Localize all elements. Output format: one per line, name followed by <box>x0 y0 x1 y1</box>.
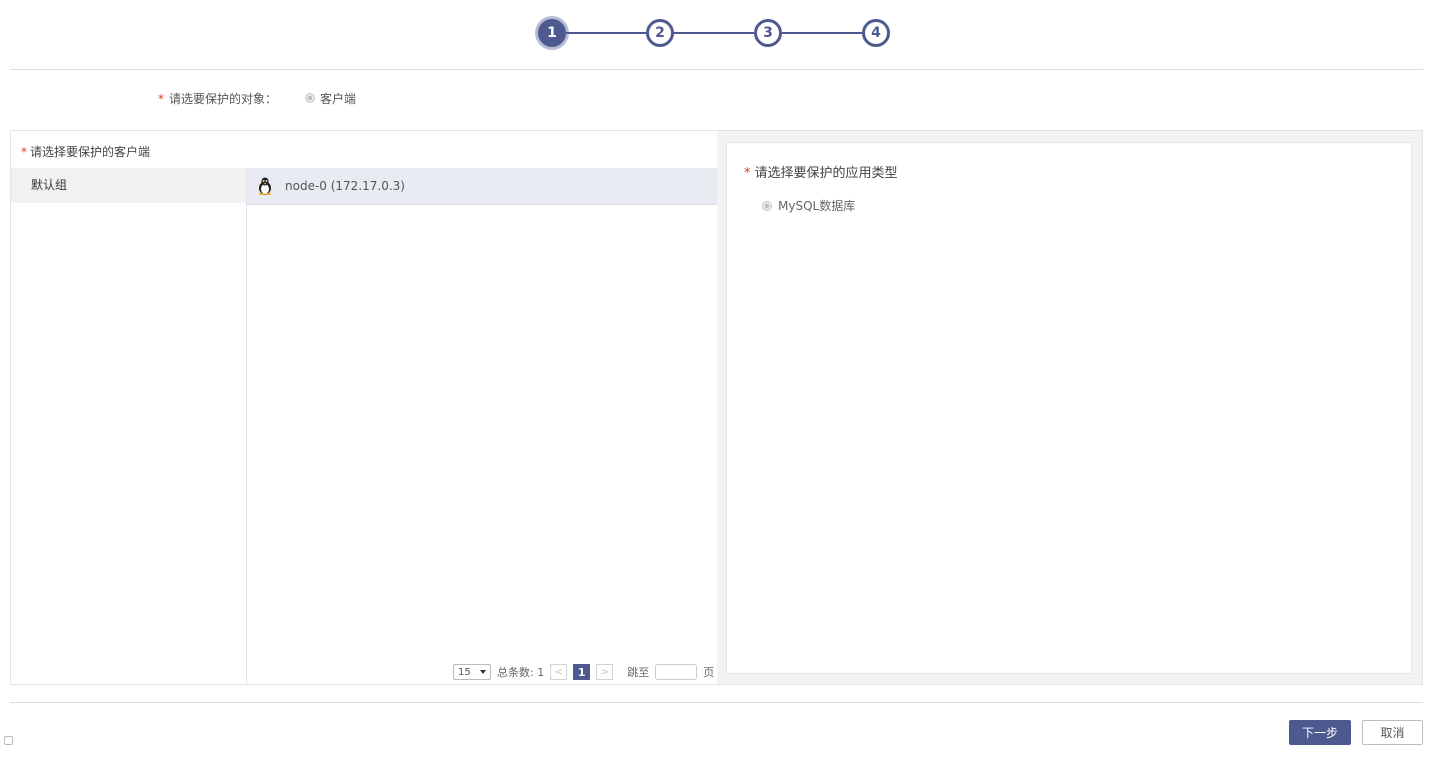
cancel-button[interactable]: 取消 <box>1362 720 1423 745</box>
clients-panel-title-text: 请选择要保护的客户端 <box>30 145 151 159</box>
jump-label: 跳至 <box>627 666 650 679</box>
total-count: 总条数: 1 <box>497 666 545 679</box>
step-2: 2 <box>646 19 674 47</box>
step-4: 4 <box>862 19 890 47</box>
required-mark: * <box>21 145 27 159</box>
required-mark: * <box>744 166 751 181</box>
app-type-area: * 请选择要保护的应用类型 MySQL数据库 <box>717 131 1422 684</box>
clients-panel-title: * 请选择要保护的客户端 <box>21 143 150 160</box>
step-connector <box>782 32 862 34</box>
page-suffix: 页 <box>703 666 715 679</box>
required-mark: * <box>158 91 164 106</box>
client-list: node-0 (172.17.0.3) 15 总条数: 1 < 1 > 跳至 页 <box>247 168 717 684</box>
selection-panel: *请选择要保护的客户端 默认组 node-0 (172.17.0.3) 15 <box>10 130 1423 685</box>
corner-handle-icon <box>4 736 13 745</box>
current-page-button[interactable]: 1 <box>573 664 591 680</box>
group-list: 默认组 <box>11 168 247 684</box>
jump-page-input[interactable] <box>655 664 698 680</box>
client-item[interactable]: node-0 (172.17.0.3) <box>247 168 717 205</box>
client-label: node-0 (172.17.0.3) <box>285 179 405 193</box>
next-button[interactable]: 下一步 <box>1289 720 1351 745</box>
step-connector <box>566 32 646 34</box>
step-3: 3 <box>754 19 782 47</box>
app-option-mysql[interactable]: MySQL数据库 <box>762 197 855 214</box>
linux-penguin-icon <box>258 177 272 195</box>
prev-page-button[interactable]: < <box>550 664 568 680</box>
chevron-down-icon <box>480 670 486 674</box>
target-label-text: 请选要保护的对象： <box>169 91 278 106</box>
chevron-right-icon: > <box>600 666 609 678</box>
target-option-client[interactable]: 客户端 <box>305 90 356 107</box>
page-size-value: 15 <box>458 666 471 678</box>
target-option-label: 客户端 <box>320 91 357 106</box>
page-size-select[interactable]: 15 <box>453 664 491 680</box>
pagination: 15 总条数: 1 < 1 > 跳至 页 <box>453 664 714 680</box>
app-option-label: MySQL数据库 <box>778 199 856 213</box>
step-1: 1 <box>538 19 566 47</box>
app-type-title: * 请选择要保护的应用类型 <box>744 162 898 181</box>
target-label: * 请选要保护的对象： <box>158 90 277 107</box>
group-item-default[interactable]: 默认组 <box>11 168 246 203</box>
top-divider <box>10 69 1423 70</box>
chevron-left-icon: < <box>554 666 563 678</box>
app-type-title-text: 请选择要保护的应用类型 <box>754 166 898 181</box>
wizard-stepper: 1 2 3 4 <box>538 16 890 50</box>
next-page-button[interactable]: > <box>596 664 614 680</box>
radio-icon[interactable] <box>762 200 772 211</box>
radio-icon[interactable] <box>305 93 315 103</box>
step-connector <box>674 32 754 34</box>
bottom-divider <box>10 702 1423 703</box>
app-type-card: * 请选择要保护的应用类型 MySQL数据库 <box>726 142 1412 674</box>
